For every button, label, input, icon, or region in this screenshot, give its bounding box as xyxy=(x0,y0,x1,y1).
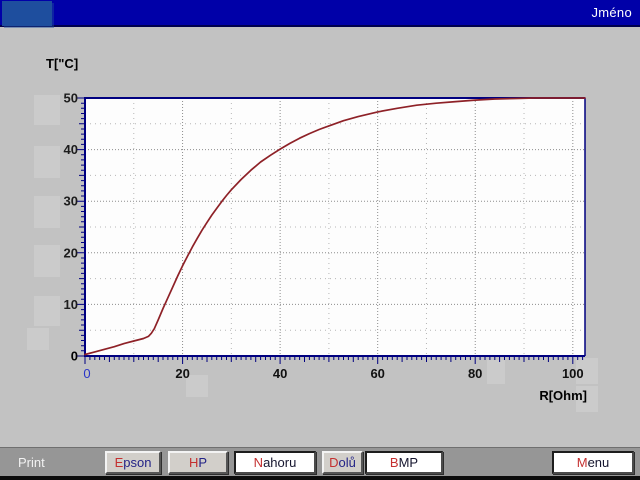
y-tick-label: 30 xyxy=(64,194,78,209)
hotkey-letter: N xyxy=(254,455,263,470)
hotkey-letter: M xyxy=(577,455,588,470)
menu-button[interactable]: Menu xyxy=(552,451,634,474)
app-window: Jméno 01020304050020406080100T["C]R[Ohm]… xyxy=(0,0,640,480)
y-axis-title: T["C] xyxy=(46,56,78,71)
button-label-text: enu xyxy=(588,455,610,470)
x-tick-label: 20 xyxy=(175,366,189,381)
print-label: Print xyxy=(18,455,45,470)
x-tick-label: 100 xyxy=(562,366,584,381)
bottom-bar: Print Epson HP Nahoru Dolů BMP Menu xyxy=(0,447,640,476)
screen-bottom-edge xyxy=(0,476,640,480)
x-tick-label: 0 xyxy=(83,366,90,381)
y-tick-label: 40 xyxy=(64,142,78,157)
y-tick-label: 50 xyxy=(64,91,78,106)
button-label-text: olů xyxy=(339,455,356,470)
x-tick-label: 60 xyxy=(370,366,384,381)
y-axis-ticks xyxy=(77,98,85,356)
dolu-button[interactable]: Dolů xyxy=(322,451,363,474)
button-label-text: P xyxy=(198,455,207,470)
hotkey-letter: H xyxy=(189,455,198,470)
y-tick-label: 20 xyxy=(64,245,78,260)
x-tick-label: 40 xyxy=(273,366,287,381)
button-label-text: pson xyxy=(123,455,151,470)
hotkey-letter: D xyxy=(329,455,338,470)
epson-button[interactable]: Epson xyxy=(105,451,161,474)
x-axis-ticks xyxy=(85,356,583,364)
button-label-text: ahoru xyxy=(263,455,296,470)
y-tick-label: 10 xyxy=(64,297,78,312)
hotkey-letter: E xyxy=(115,455,124,470)
hp-button[interactable]: HP xyxy=(168,451,228,474)
bmp-button[interactable]: BMP xyxy=(365,451,443,474)
hotkey-letter: B xyxy=(390,455,399,470)
x-tick-label: 80 xyxy=(468,366,482,381)
y-tick-label: 0 xyxy=(71,349,78,364)
x-axis-title: R[Ohm] xyxy=(539,388,587,403)
button-label-text: MP xyxy=(399,455,419,470)
nahoru-button[interactable]: Nahoru xyxy=(234,451,316,474)
chart-canvas: 0 10 20 30 40 50 0 20 40 60 80 100 T["C] R[Ohm] xyxy=(0,0,640,480)
